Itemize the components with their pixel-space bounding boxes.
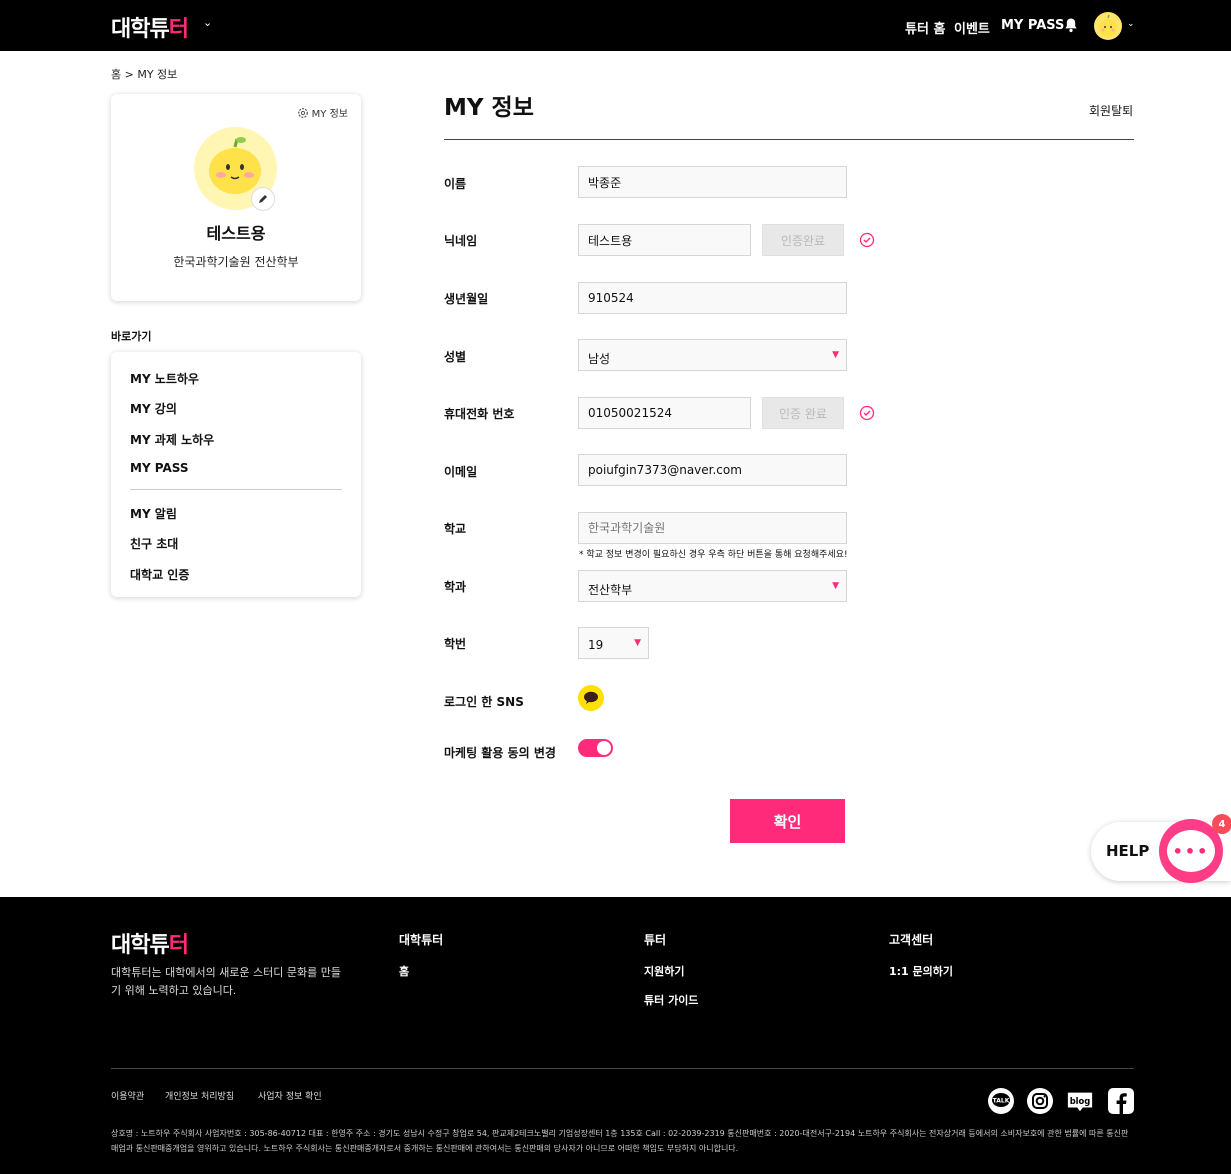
footer-link-privacy[interactable]: 개인정보 처리방침: [165, 1089, 234, 1102]
withdraw-link[interactable]: 회원탈퇴: [1089, 102, 1133, 119]
instagram-icon[interactable]: [1026, 1087, 1054, 1115]
kakao-talk-icon: [578, 685, 604, 711]
caret-down-icon: ▼: [832, 581, 839, 591]
page-title: MY 정보: [444, 95, 534, 121]
footer-link-home[interactable]: 홈: [399, 963, 409, 979]
shortcut-title: 바로가기: [111, 330, 152, 343]
my-info-settings-link[interactable]: MY 정보: [297, 105, 348, 120]
footer-link-inquiry[interactable]: 1:1 문의하기: [889, 963, 953, 979]
top-navbar: 대학튜터 ⌄ 튜터 홈 이벤트 MY PASS ⌄: [0, 0, 1231, 51]
phone-label: 휴대전화 번호: [444, 407, 515, 421]
dept-value: 전산학부: [588, 583, 633, 597]
logo-text: 대학튜: [111, 17, 170, 42]
chevron-down-icon[interactable]: ⌄: [1127, 19, 1135, 29]
breadcrumb[interactable]: 홈 > MY 정보: [111, 66, 177, 82]
edit-avatar-button[interactable]: [251, 187, 275, 211]
help-label: HELP: [1106, 842, 1150, 860]
footer-logo-text: 대학튜: [111, 933, 170, 958]
phone-input[interactable]: [578, 397, 751, 429]
toggle-knob: [597, 741, 611, 755]
chevron-down-icon[interactable]: ⌄: [203, 16, 212, 29]
year-label: 학번: [444, 637, 467, 651]
year-value: 19: [588, 638, 604, 652]
facebook-icon[interactable]: [1107, 1087, 1135, 1115]
nav-events[interactable]: 이벤트: [954, 18, 990, 37]
title-divider: [444, 139, 1134, 140]
school-note: * 학교 정보 변경이 필요하신 경우 우측 하단 버튼을 통해 요청해주세요!: [579, 550, 848, 560]
gender-select[interactable]: 남성 ▼: [578, 339, 847, 371]
email-input[interactable]: [578, 454, 847, 486]
company-info: 상호명 : 노트하우 주식회사 사업자번호 : 305-86-40712 대표 …: [111, 1129, 1129, 1153]
confirm-button[interactable]: 확인: [730, 799, 845, 843]
name-input[interactable]: [578, 166, 847, 198]
shortcut-menu: MY 노트하우 MY 강의 MY 과제 노하우 MY PASS MY 알림 친구…: [111, 352, 361, 597]
caret-down-icon: ▼: [832, 350, 839, 360]
talk-icon[interactable]: TALK: [987, 1087, 1015, 1115]
logo[interactable]: 대학튜터: [111, 11, 189, 43]
gender-value: 남성: [588, 352, 611, 366]
caret-down-icon: ▼: [634, 638, 641, 648]
email-label: 이메일: [444, 465, 478, 479]
menu-divider: [130, 489, 342, 490]
pencil-icon: [259, 195, 267, 203]
footer-divider: [111, 1068, 1134, 1069]
svg-text:blog: blog: [1070, 1096, 1091, 1106]
birth-input[interactable]: [578, 282, 847, 314]
check-circle-icon: [859, 405, 875, 421]
nickname-label: 닉네임: [444, 234, 478, 248]
school-input[interactable]: [578, 512, 847, 544]
menu-item-my-lectures[interactable]: MY 강의: [130, 400, 177, 417]
nav-my-pass[interactable]: MY PASS: [1001, 18, 1064, 33]
menu-item-my-notifications[interactable]: MY 알림: [130, 505, 177, 522]
footer-logo: 대학튜터: [111, 927, 189, 959]
check-circle-icon: [859, 232, 875, 248]
profile-name: 테스트용: [206, 224, 266, 243]
help-button[interactable]: HELP ••• 4: [1091, 814, 1231, 883]
year-select[interactable]: 19 ▼: [578, 627, 649, 659]
logo-accent-text: 터: [168, 17, 189, 42]
footer-link-tutor-guide[interactable]: 튜터 가이드: [644, 992, 698, 1008]
menu-item-university-verify[interactable]: 대학교 인증: [130, 566, 189, 583]
name-label: 이름: [444, 177, 467, 191]
menu-item-my-assignments[interactable]: MY 과제 노하우: [130, 431, 214, 448]
footer-description: 대학튜터는 대학에서의 새로운 스터디 문화를 만들기 위해 노력하고 있습니다…: [111, 966, 342, 997]
gear-icon: [297, 107, 308, 118]
svg-text:TALK: TALK: [993, 1098, 1010, 1105]
footer-link-business-info[interactable]: 사업자 정보 확인: [258, 1089, 322, 1102]
marketing-label: 마케팅 활용 동의 변경: [444, 746, 556, 760]
blog-icon[interactable]: blog: [1066, 1087, 1094, 1115]
footer: 대학튜터 대학튜터는 대학에서의 새로운 스터디 문화를 만들기 위해 노력하고…: [0, 897, 1231, 1174]
menu-item-my-pass[interactable]: MY PASS: [130, 461, 189, 475]
nav-tutor-home[interactable]: 튜터 홈: [905, 18, 945, 37]
nickname-verify-button[interactable]: 인증완료: [762, 224, 844, 256]
footer-link-terms[interactable]: 이용약관: [111, 1089, 144, 1102]
sns-label: 로그인 한 SNS: [444, 695, 524, 709]
nickname-input[interactable]: [578, 224, 751, 256]
marketing-toggle[interactable]: [578, 739, 613, 757]
footer-logo-accent: 터: [168, 933, 189, 958]
menu-item-invite-friends[interactable]: 친구 초대: [130, 535, 178, 552]
gender-label: 성별: [444, 350, 467, 364]
birth-label: 생년월일: [444, 292, 489, 306]
profile-card: MY 정보 테스트용 한국과학기술원 전산학부: [111, 94, 361, 301]
dept-select[interactable]: 전산학부 ▼: [578, 570, 847, 602]
phone-verify-button[interactable]: 인증 완료: [762, 397, 844, 429]
dept-label: 학과: [444, 580, 467, 594]
school-label: 학교: [444, 522, 467, 536]
settings-label: MY 정보: [311, 109, 348, 120]
footer-link-apply[interactable]: 지원하기: [644, 963, 684, 979]
footer-col-title: 튜터: [644, 933, 667, 947]
profile-school: 한국과학기술원 전산학부: [173, 255, 299, 269]
menu-item-my-notehow[interactable]: MY 노트하우: [130, 370, 199, 387]
footer-col-title: 고객센터: [889, 933, 934, 947]
help-badge: 4: [1212, 814, 1231, 834]
bell-icon[interactable]: [1063, 17, 1079, 33]
user-avatar[interactable]: [1094, 12, 1122, 40]
footer-col-title: 대학튜터: [399, 933, 444, 947]
